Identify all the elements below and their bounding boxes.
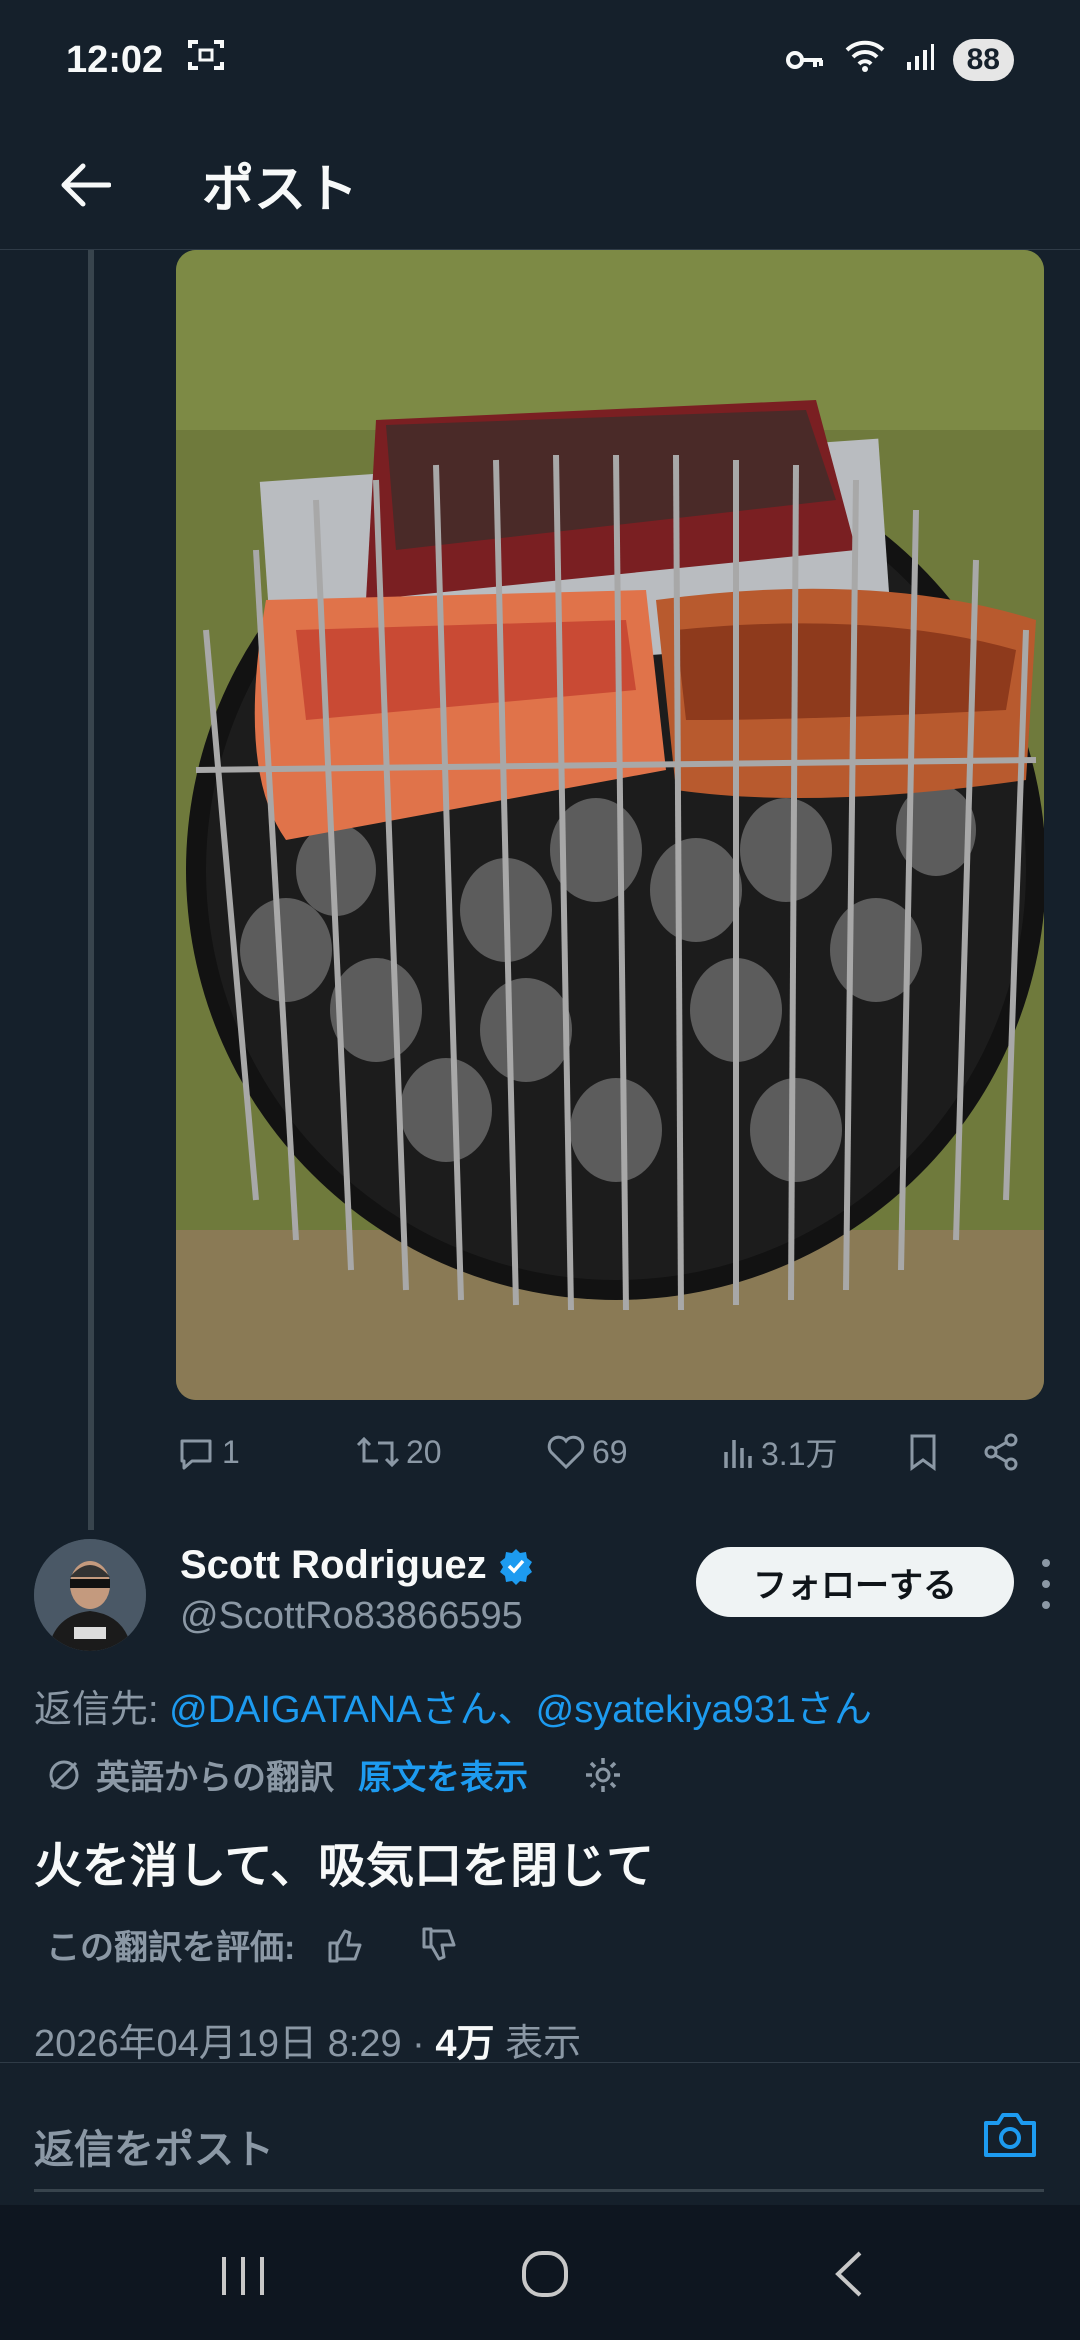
page-title: ポスト	[202, 161, 359, 219]
reply-button[interactable]: 1	[176, 1433, 240, 1471]
gear-icon[interactable]	[582, 1754, 624, 1796]
author-name: Scott Rodriguez	[180, 1543, 487, 1587]
arrow-left-icon	[61, 163, 111, 207]
more-options-button[interactable]	[1036, 1559, 1056, 1609]
share-button[interactable]	[981, 1432, 1021, 1472]
post-timestamp: 2026年04月19日 8:29 · 4万 表示	[34, 2012, 581, 2067]
screenshot-icon	[187, 38, 225, 82]
share-icon	[984, 1433, 1018, 1471]
recent-apps-button[interactable]	[218, 2253, 268, 2304]
follow-button[interactable]: フォローする	[696, 1547, 1014, 1617]
reply-to-separator: 、	[497, 1689, 536, 1731]
recent-apps-icon	[222, 2257, 264, 2295]
signal-icon	[905, 39, 935, 82]
author-row: Scott Rodriguez @ScottRo83866595 フォローする	[34, 1535, 1054, 1655]
system-nav-bar	[0, 2205, 1080, 2340]
bookmark-icon	[910, 1434, 936, 1471]
heart-icon	[547, 1435, 585, 1470]
comment-icon	[180, 1439, 212, 1470]
views-button[interactable]: 3.1万	[721, 1429, 838, 1475]
thumbs-up-icon[interactable]	[325, 1925, 365, 1965]
wifi-icon	[843, 38, 887, 82]
translate-icon	[49, 1760, 79, 1789]
views-count: 3.1万	[761, 1436, 838, 1472]
avatar[interactable]	[34, 1539, 146, 1651]
show-original-link[interactable]: 原文を表示	[358, 1750, 528, 1799]
reply-to-prefix: 返信先:	[34, 1689, 170, 1731]
post-actions: 1 20 69 3.1万	[176, 1420, 1036, 1484]
repost-count: 20	[406, 1433, 442, 1470]
reply-divider	[34, 2189, 1044, 2192]
status-indicators: 88	[785, 38, 1014, 82]
reply-to-line: 返信先: @DAIGATANAさん、@syatekiya931さん	[34, 1678, 872, 1733]
key-icon	[785, 39, 825, 82]
repost-button[interactable]: 20	[356, 1433, 442, 1471]
more-dots-icon	[1042, 1559, 1050, 1567]
thumbs-down-icon[interactable]	[419, 1925, 459, 1965]
back-button[interactable]	[50, 150, 120, 220]
like-count: 69	[592, 1433, 628, 1470]
translation-label: 英語からの翻訳	[96, 1759, 334, 1797]
home-button[interactable]	[520, 2249, 570, 2304]
post-text: 火を消して、吸気口を閉じて	[34, 1840, 655, 1893]
header: ポスト	[0, 120, 1080, 250]
status-bar: 12:02 88	[0, 0, 1080, 120]
home-icon	[522, 2251, 568, 2297]
repost-icon	[356, 1436, 400, 1468]
rate-label: この翻訳を評価:	[46, 1929, 296, 1967]
status-time: 12:02	[66, 38, 164, 81]
timestamp-date: 2026年04月19日 8:29	[34, 2023, 402, 2065]
views-separator: ·	[401, 2023, 436, 2065]
reply-to-user-link[interactable]: @syatekiya931さん	[536, 1689, 872, 1731]
reply-count: 1	[222, 1433, 240, 1470]
like-button[interactable]: 69	[546, 1433, 628, 1471]
thread-connector	[88, 250, 94, 1530]
bookmark-button[interactable]	[906, 1432, 940, 1472]
camera-button[interactable]	[982, 2109, 1038, 2164]
views-chart-icon	[724, 1440, 752, 1468]
reply-composer: 返信をポスト	[0, 2062, 1080, 2192]
author-name-row[interactable]: Scott Rodriguez	[180, 1543, 535, 1588]
reply-to-user-link[interactable]: @DAIGATANAさん	[169, 1689, 498, 1731]
reply-input[interactable]: 返信をポスト	[34, 2117, 274, 2175]
chevron-left-icon	[835, 2251, 862, 2297]
battery-indicator: 88	[952, 39, 1014, 81]
views-label: 表示	[494, 2023, 582, 2065]
system-back-button[interactable]	[830, 2249, 866, 2304]
verified-badge-icon	[499, 1548, 532, 1585]
post-photo[interactable]	[176, 250, 1044, 1400]
rate-translation-row: この翻訳を評価:	[46, 1920, 459, 1969]
camera-icon	[984, 2113, 1036, 2157]
author-handle: @ScottRo83866595	[180, 1595, 523, 1637]
views-total: 4万	[435, 2023, 495, 2065]
translation-row: 英語からの翻訳 原文を表示	[46, 1750, 624, 1799]
